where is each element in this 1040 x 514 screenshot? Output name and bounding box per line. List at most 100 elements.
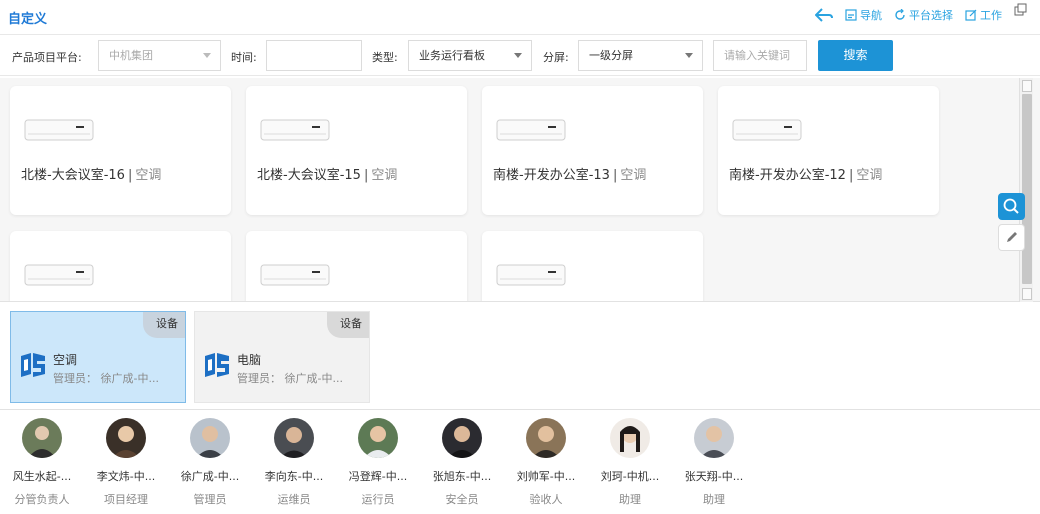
card-location: 南楼-开发办公室-13 bbox=[493, 168, 610, 183]
avatar bbox=[190, 418, 230, 458]
nav-button[interactable]: 导航 bbox=[845, 7, 882, 23]
device-card[interactable]: 南楼-开发办公室-12 | 空调 bbox=[718, 86, 939, 215]
time-label: 时间: bbox=[231, 51, 257, 64]
person-avatar-icon bbox=[274, 418, 314, 458]
scroll-up-arrow[interactable] bbox=[1022, 80, 1032, 92]
search-button[interactable]: 搜索 bbox=[818, 40, 893, 71]
person-avatar-icon bbox=[106, 418, 146, 458]
work-button[interactable]: 工作 bbox=[965, 7, 1002, 23]
person-item[interactable]: 张天翔-中... 助理 bbox=[672, 414, 756, 507]
person-avatar-icon bbox=[694, 418, 734, 458]
type-select[interactable]: 业务运行看板 bbox=[408, 40, 532, 71]
person-name: 刘珂-中机... bbox=[600, 470, 660, 483]
device-card[interactable] bbox=[482, 231, 703, 301]
device-type-card[interactable]: 设备 空调 管理员： 徐广成-中... bbox=[10, 311, 186, 403]
chevron-down-icon bbox=[685, 53, 693, 58]
grid-scrollbar[interactable] bbox=[1019, 78, 1033, 302]
person-item[interactable]: 刘帅军-中... 验收人 bbox=[504, 414, 588, 507]
person-role: 验收人 bbox=[529, 493, 563, 506]
people-list: 风生水起-... 分管负责人 李文炜-中... 项目经理 徐广成-中... 管理… bbox=[0, 414, 1040, 514]
work-label: 工作 bbox=[980, 9, 1002, 22]
person-name: 张天翔-中... bbox=[684, 470, 744, 483]
platform-select[interactable]: 中机集团 bbox=[98, 40, 221, 71]
floating-edit-button[interactable] bbox=[998, 224, 1025, 251]
window-restore-icon[interactable] bbox=[1014, 3, 1028, 17]
device-card[interactable]: 北楼-大会议室-16 | 空调 bbox=[10, 86, 231, 215]
scroll-thumb[interactable] bbox=[1022, 94, 1032, 284]
person-item[interactable]: 张旭东-中... 安全员 bbox=[420, 414, 504, 507]
avatar bbox=[442, 418, 482, 458]
person-item[interactable]: 刘珂-中机... 助理 bbox=[588, 414, 672, 507]
top-actions: 导航 平台选择 工作 bbox=[815, 7, 1002, 23]
card-location: 南楼-开发办公室-12 bbox=[729, 168, 846, 183]
person-avatar-icon bbox=[358, 418, 398, 458]
back-button[interactable] bbox=[815, 8, 833, 22]
device-type-card[interactable]: 设备 电脑 管理员： 徐广成-中... bbox=[194, 311, 370, 403]
person-item[interactable]: 李向东-中... 运维员 bbox=[252, 414, 336, 507]
air-conditioner-icon bbox=[496, 264, 566, 286]
person-avatar-icon bbox=[442, 418, 482, 458]
person-item[interactable]: 徐广成-中... 管理员 bbox=[168, 414, 252, 507]
back-icon bbox=[815, 8, 833, 22]
platform-value: 中机集团 bbox=[109, 49, 153, 62]
air-conditioner-icon bbox=[260, 119, 330, 141]
air-conditioner-icon bbox=[260, 264, 330, 286]
platform-select-button[interactable]: 平台选择 bbox=[894, 7, 953, 23]
time-input[interactable] bbox=[266, 40, 362, 71]
avatar bbox=[694, 418, 734, 458]
person-role: 助理 bbox=[619, 493, 641, 506]
type-label: 类型: bbox=[372, 51, 398, 64]
platform-select-label: 平台选择 bbox=[909, 9, 953, 22]
nav-icon bbox=[845, 9, 857, 21]
person-avatar-icon bbox=[526, 418, 566, 458]
device-card[interactable] bbox=[246, 231, 467, 301]
card-type: 空调 bbox=[620, 168, 647, 183]
person-role: 管理员 bbox=[193, 493, 227, 506]
person-name: 李向东-中... bbox=[264, 470, 324, 483]
device-manager: 管理员： 徐广成-中... bbox=[53, 372, 159, 385]
person-avatar-icon bbox=[22, 418, 62, 458]
device-type-area: 设备 空调 管理员： 徐广成-中... 设备 电脑 管理员： 徐广成-中... bbox=[0, 303, 1040, 410]
person-item[interactable]: 李文炜-中... 项目经理 bbox=[84, 414, 168, 507]
screen-select[interactable]: 一级分屏 bbox=[578, 40, 703, 71]
nav-label: 导航 bbox=[860, 9, 882, 22]
page-title: 自定义 bbox=[8, 12, 48, 27]
card-type: 空调 bbox=[371, 168, 398, 183]
chevron-down-icon bbox=[203, 53, 211, 58]
person-role: 分管负责人 bbox=[14, 493, 70, 506]
person-role: 安全员 bbox=[445, 493, 479, 506]
device-card[interactable]: 南楼-开发办公室-13 | 空调 bbox=[482, 86, 703, 215]
card-separator: | bbox=[848, 168, 854, 183]
screen-label: 分屏: bbox=[543, 51, 569, 64]
card-location: 北楼-大会议室-15 bbox=[257, 168, 361, 183]
avatar bbox=[610, 418, 650, 458]
device-tag: 设备 bbox=[327, 312, 369, 338]
person-item[interactable]: 风生水起-... 分管负责人 bbox=[0, 414, 84, 507]
brand-logo-icon bbox=[21, 353, 45, 377]
card-separator: | bbox=[612, 168, 618, 183]
device-manager: 管理员： 徐广成-中... bbox=[237, 372, 343, 385]
platform-label: 产品项目平台: bbox=[12, 51, 82, 64]
card-separator: | bbox=[127, 168, 133, 183]
device-card[interactable]: 北楼-大会议室-15 | 空调 bbox=[246, 86, 467, 215]
scroll-down-arrow[interactable] bbox=[1022, 288, 1032, 300]
person-role: 运维员 bbox=[277, 493, 311, 506]
air-conditioner-icon bbox=[732, 119, 802, 141]
avatar bbox=[22, 418, 62, 458]
card-type: 空调 bbox=[135, 168, 162, 183]
avatar bbox=[358, 418, 398, 458]
person-name: 张旭东-中... bbox=[432, 470, 492, 483]
device-card-grid: 北楼-大会议室-16 | 空调 北楼-大会议室-15 | 空调 南楼-开发办公室-13 |… bbox=[0, 78, 1040, 302]
pencil-icon bbox=[1007, 232, 1017, 242]
person-role: 运行员 bbox=[361, 493, 395, 506]
person-role: 助理 bbox=[703, 493, 725, 506]
top-bar: 自定义 导航 平台选择 工作 bbox=[0, 0, 1040, 32]
device-tag: 设备 bbox=[143, 312, 185, 338]
person-item[interactable]: 冯登辉-中... 运行员 bbox=[336, 414, 420, 507]
device-card[interactable] bbox=[10, 231, 231, 301]
person-name: 徐广成-中... bbox=[180, 470, 240, 483]
floating-search-button[interactable] bbox=[998, 193, 1025, 220]
keyword-input[interactable]: 请输入关键词 bbox=[713, 40, 807, 71]
air-conditioner-icon bbox=[24, 264, 94, 286]
filter-bar: 产品项目平台: 中机集团 时间: 类型: 业务运行看板 分屏: 一级分屏 请输入… bbox=[0, 34, 1040, 76]
